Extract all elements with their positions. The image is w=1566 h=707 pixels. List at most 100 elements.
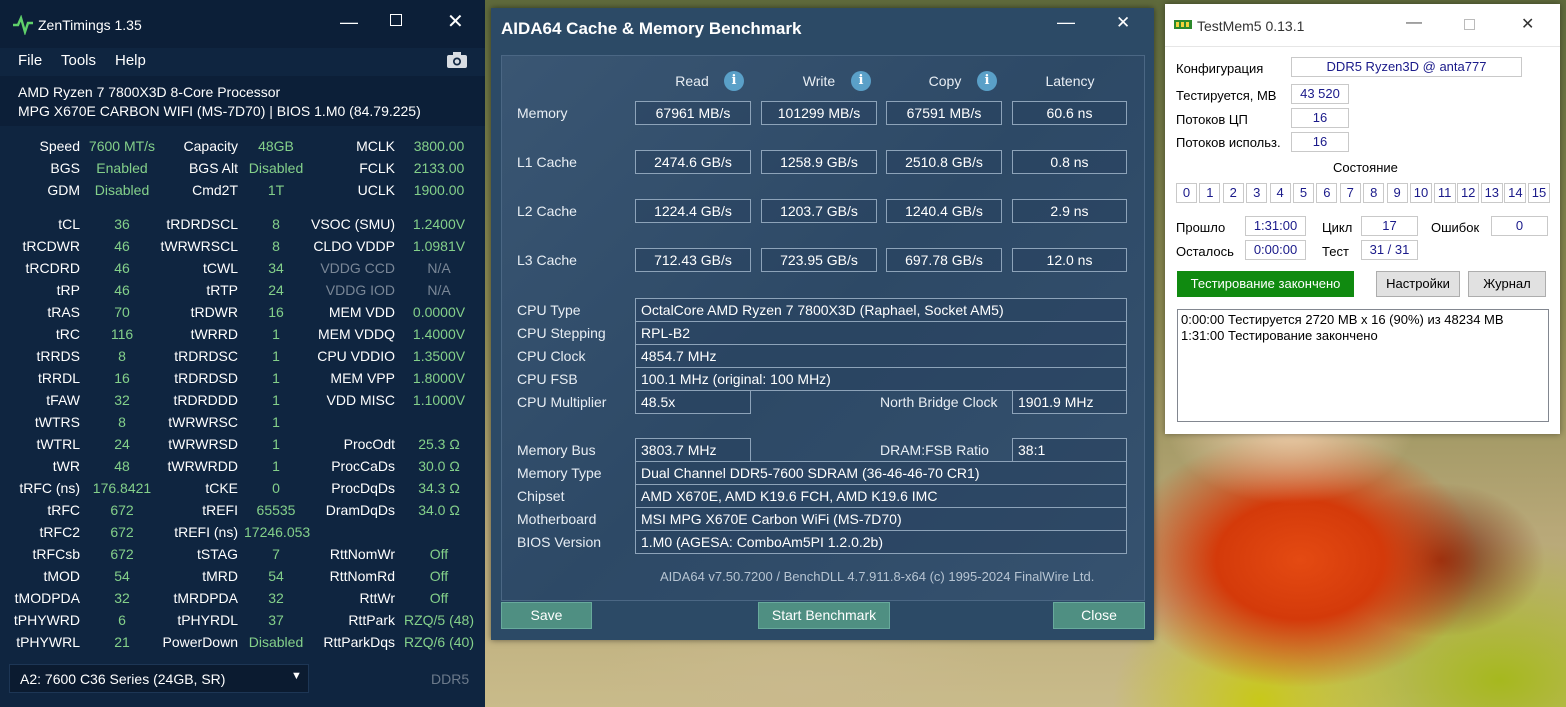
timing-label: Capacity [183, 138, 238, 154]
timing-label: tWRWRSD [168, 436, 238, 452]
timing-label: RttNomRd [329, 568, 395, 584]
timing-label: tRDRDSCL [166, 216, 238, 232]
timing-value: 672 [110, 546, 134, 562]
timing-value: 37 [268, 612, 284, 628]
minimize-button[interactable]: — [340, 12, 358, 33]
copy-info-icon[interactable]: i [977, 71, 997, 91]
nb-clock-field: 1901.9 MHz [1012, 390, 1127, 414]
timing-value: 46 [114, 238, 130, 254]
timing-value: 672 [110, 502, 134, 518]
memory-bus-field: 3803.7 MHz [635, 438, 751, 462]
header-latency: Latency [1045, 73, 1095, 89]
close-button[interactable]: ✕ [1521, 14, 1534, 34]
thread-state-cell: 5 [1293, 183, 1314, 203]
nb-clock-label: North Bridge Clock [880, 394, 998, 410]
errors-label: Ошибок [1431, 220, 1480, 235]
timing-value: Off [429, 568, 449, 584]
minimize-button[interactable]: — [1057, 12, 1075, 33]
timing-value: 7 [272, 546, 280, 562]
cpu-stepping-field: RPL-B2 [635, 321, 1127, 345]
testmem5-window: TestMem5 0.13.1 — ✕ Конфигурация DDR5 Ry… [1165, 4, 1560, 434]
cpu-name: AMD Ryzen 7 7800X3D 8-Core Processor [18, 84, 281, 100]
timing-label: RttWr [359, 590, 395, 606]
timing-label: Speed [39, 138, 80, 154]
used-threads-label: Потоков использ. [1176, 135, 1281, 150]
start-benchmark-button[interactable]: Start Benchmark [758, 602, 890, 629]
timing-label: tRDRDSD [174, 370, 238, 386]
timing-value: 3800.00 [413, 138, 465, 154]
bios-version-field: 1.M0 (AGESA: ComboAm5PI 1.2.0.2b) [635, 530, 1127, 554]
aida-title: AIDA64 Cache & Memory Benchmark [501, 19, 802, 38]
thread-state-cell: 8 [1363, 183, 1385, 203]
log-box[interactable]: 0:00:00 Тестируется 2720 MB x 16 (90%) и… [1177, 309, 1549, 422]
timing-label: tRAS [47, 304, 80, 320]
timing-value: 1 [272, 458, 280, 474]
bench-value-field: 1224.4 GB/s [635, 199, 751, 223]
settings-button[interactable]: Настройки [1376, 271, 1460, 297]
remaining-field: 0:00:00 [1245, 240, 1306, 260]
board-info: MPG X670E CARBON WIFI (MS-7D70) | BIOS 1… [18, 103, 421, 119]
timing-label: MCLK [356, 138, 395, 154]
thread-state-cell: 7 [1339, 183, 1361, 203]
timing-label: DramDqDs [325, 502, 395, 518]
motherboard-field: MSI MPG X670E Carbon WiFi (MS-7D70) [635, 507, 1127, 531]
timing-value: 32 [114, 392, 130, 408]
thread-state-cell: 3 [1246, 183, 1268, 203]
bench-value-field: 2.9 ns [1012, 199, 1127, 223]
status-button[interactable]: Тестирование закончено [1177, 271, 1354, 297]
timing-value: Off [429, 590, 449, 606]
maximize-button[interactable] [390, 14, 402, 26]
menu-help[interactable]: Help [115, 52, 146, 69]
chipset-label: Chipset [517, 488, 565, 504]
close-button[interactable]: ✕ [447, 9, 464, 34]
timing-label: tREFI [202, 502, 238, 518]
timing-label: tMOD [43, 568, 80, 584]
timing-value: 54 [114, 568, 130, 584]
thread-state-cell: 15 [1528, 183, 1550, 203]
camera-icon[interactable] [446, 51, 468, 69]
timing-value: 1.4000V [412, 326, 466, 342]
cpu-clock-label: CPU Clock [517, 348, 586, 364]
ram-icon [1174, 20, 1192, 29]
maximize-button[interactable] [1464, 19, 1475, 30]
timing-value: 7600 MT/s [88, 138, 156, 154]
dimm-selector[interactable]: A2: 7600 C36 Series (24GB, SR) ▼ [9, 664, 309, 693]
menu-file[interactable]: File [18, 52, 42, 69]
timing-value: 32 [114, 590, 130, 606]
timing-value: RZQ/5 (48) [403, 612, 474, 628]
timing-value: 8 [272, 238, 280, 254]
minimize-button[interactable]: — [1406, 14, 1422, 32]
timing-value: 1.0981V [412, 238, 466, 254]
timing-label: tRDRDSC [174, 348, 238, 364]
thread-state-cell: 14 [1504, 183, 1527, 203]
timing-label: tRCDWR [22, 238, 80, 254]
timing-label: tRRDS [36, 348, 80, 364]
timing-value: 1 [272, 392, 280, 408]
timing-value: Off [429, 546, 449, 562]
timing-label: FCLK [359, 160, 395, 176]
timing-label: tRP [56, 282, 80, 298]
timing-value: 30.0 Ω [418, 458, 460, 474]
timing-label: ProcOdt [343, 436, 395, 452]
timing-label: Cmd2T [192, 182, 238, 198]
bench-value-field: 723.95 GB/s [761, 248, 877, 272]
timing-label: CPU VDDIO [317, 348, 395, 364]
timing-value: 8 [118, 414, 126, 430]
close-button[interactable]: ✕ [1116, 13, 1130, 33]
close-dialog-button[interactable]: Close [1053, 602, 1145, 629]
timing-label: MEM VDDQ [318, 326, 395, 342]
write-info-icon[interactable]: i [851, 71, 871, 91]
timing-label: tRTP [206, 282, 238, 298]
used-threads-field: 16 [1291, 132, 1349, 152]
bench-value-field: 712.43 GB/s [635, 248, 751, 272]
timing-label: ProcDqDs [331, 480, 395, 496]
timing-value: Enabled [96, 160, 148, 176]
read-info-icon[interactable]: i [724, 71, 744, 91]
log-button[interactable]: Журнал [1468, 271, 1546, 297]
log-line: 0:00:00 Тестируется 2720 MB x 16 (90%) и… [1181, 312, 1504, 327]
timing-value: 1.1000V [412, 392, 466, 408]
save-button[interactable]: Save [501, 602, 592, 629]
menu-tools[interactable]: Tools [61, 52, 96, 69]
thread-state-cell: 12 [1457, 183, 1480, 203]
timing-label: tRFC2 [39, 524, 80, 540]
